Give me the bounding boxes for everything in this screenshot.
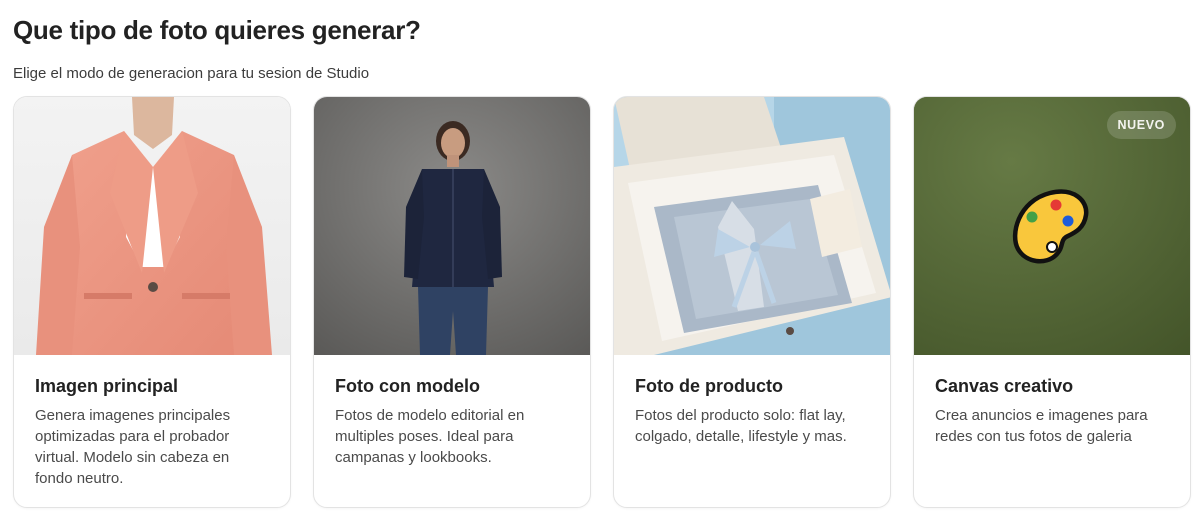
mode-selection-page: Que tipo de foto quieres generar? Elige … bbox=[0, 0, 1200, 527]
card-title: Imagen principal bbox=[35, 376, 179, 396]
card-title: Foto con modelo bbox=[335, 376, 480, 396]
card-imagen-principal[interactable]: Imagen principal Genera imagenes princip… bbox=[13, 96, 291, 508]
page-title: Que tipo de foto quieres generar? bbox=[13, 15, 421, 45]
card-foto-con-modelo[interactable]: Foto con modelo Fotos de modelo editoria… bbox=[313, 96, 591, 508]
card-title: Canvas creativo bbox=[935, 376, 1074, 396]
card-canvas-creativo[interactable]: NUEVO Canvas creativo Crea anuncios e im… bbox=[913, 96, 1191, 508]
page-subtitle: Elige el modo de generacion para tu sesi… bbox=[13, 65, 370, 82]
card-description: Fotos del producto solo: flat lay, colga… bbox=[635, 407, 847, 445]
card-description: Genera imagenes principales optimizadas … bbox=[35, 407, 231, 487]
card-image-canvas-creativo: NUEVO bbox=[914, 97, 1190, 355]
new-badge: NUEVO bbox=[1106, 111, 1176, 139]
card-foto-de-producto[interactable]: Foto de producto Fotos del producto solo… bbox=[613, 96, 891, 508]
card-description: Crea anuncios e imagenes para redes con … bbox=[935, 407, 1148, 445]
mode-cards: Imagen principal Genera imagenes princip… bbox=[13, 96, 1191, 508]
card-title: Foto de producto bbox=[635, 376, 783, 396]
card-image-foto-con-modelo bbox=[314, 97, 590, 355]
card-image-foto-de-producto bbox=[614, 97, 890, 355]
card-image-imagen-principal bbox=[14, 97, 290, 355]
card-description: Fotos de modelo editorial en multiples p… bbox=[335, 407, 525, 466]
